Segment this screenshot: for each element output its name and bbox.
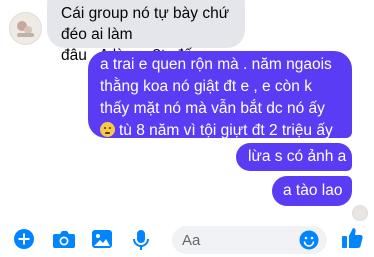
photo-icon[interactable] xyxy=(91,228,115,252)
outgoing-message[interactable]: lừa s có ảnh a xyxy=(236,143,352,171)
message-text: lừa s có ảnh a xyxy=(248,148,347,165)
incoming-line: Cái group nó tự bày chứ đéo ai làm xyxy=(61,5,230,43)
camera-icon[interactable] xyxy=(52,228,76,252)
message-input[interactable] xyxy=(172,226,292,254)
message-thread: Cái group nó tự bày chứ đéo ai làm đâu .… xyxy=(0,0,374,222)
message-text: tù 8 năm vì tội giựt đt 2 triệu ấy xyxy=(119,122,333,139)
frowning-face-emoji xyxy=(100,122,115,137)
message-input-container xyxy=(172,226,327,254)
message-line: tù 8 năm vì tội giựt đt 2 triệu ấy xyxy=(100,120,344,142)
outgoing-message[interactable]: a trai e quen rộn mà . năm ngaois thằng … xyxy=(88,51,352,139)
microphone-icon[interactable] xyxy=(130,228,154,252)
message-line: a trai e quen rộn mà . năm ngaois xyxy=(100,56,332,73)
message-text: a tào lao xyxy=(283,182,343,199)
seen-avatar xyxy=(352,205,368,221)
smile-icon[interactable] xyxy=(299,230,319,250)
thumbs-up-icon[interactable] xyxy=(340,226,364,250)
outgoing-message[interactable]: a tào lao xyxy=(272,176,352,206)
contact-avatar[interactable] xyxy=(9,12,42,45)
message-line: thấy mặt nó mà vẫn bắt dc nó ấy xyxy=(100,100,325,117)
plus-circle-icon[interactable] xyxy=(13,228,37,252)
message-line: thằng koa nó giật đt e , e còn k xyxy=(100,78,312,95)
incoming-message[interactable]: Cái group nó tự bày chứ đéo ai làm đâu .… xyxy=(47,0,245,64)
message-composer xyxy=(0,222,374,257)
